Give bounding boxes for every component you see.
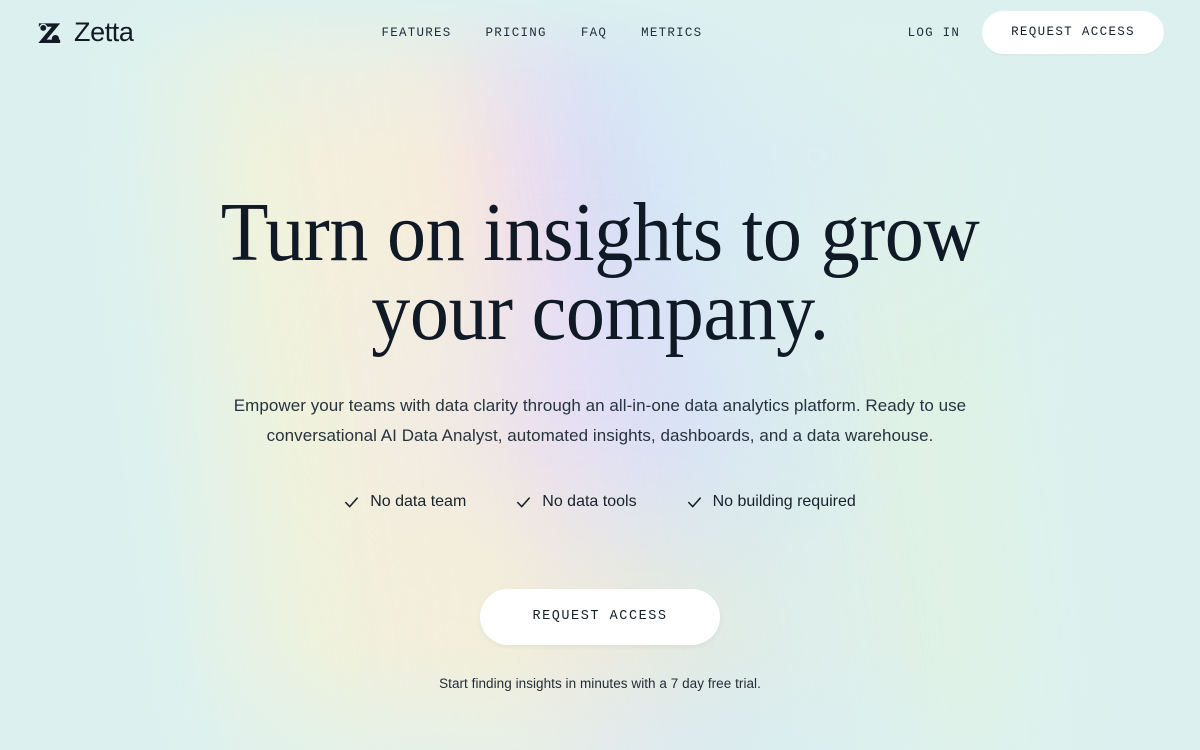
benefit-item-no-data-tools: No data tools: [516, 493, 637, 511]
check-icon: [687, 497, 701, 508]
hero-title: Turn on insights to grow your company.: [200, 191, 1000, 354]
header-actions: LOG IN REQUEST ACCESS: [908, 11, 1164, 54]
benefit-label: No building required: [712, 493, 856, 511]
check-icon: [345, 497, 359, 508]
check-icon: [517, 497, 531, 508]
hero-request-access-button[interactable]: REQUEST ACCESS: [480, 589, 720, 645]
main-nav: FEATURES PRICING FAQ METRICS: [365, 18, 720, 48]
zetta-z-mark-icon: [38, 23, 61, 43]
nav-item-features[interactable]: FEATURES: [365, 18, 469, 48]
hero-cta-wrap: REQUEST ACCESS: [0, 589, 1200, 645]
benefit-item-no-building-required: No building required: [687, 493, 856, 511]
hero-cta-note: Start finding insights in minutes with a…: [439, 675, 761, 691]
nav-item-faq[interactable]: FAQ: [564, 18, 624, 48]
brand-logo[interactable]: Zetta: [36, 19, 134, 46]
site-header: Zetta FEATURES PRICING FAQ METRICS LOG I…: [0, 0, 1200, 65]
page-root: Zetta FEATURES PRICING FAQ METRICS LOG I…: [0, 0, 1200, 750]
log-in-link[interactable]: LOG IN: [908, 26, 961, 40]
benefit-label: No data tools: [542, 493, 637, 511]
header-request-access-button[interactable]: REQUEST ACCESS: [982, 11, 1164, 54]
benefit-label: No data team: [370, 493, 467, 511]
benefit-item-no-data-team: No data team: [344, 493, 466, 511]
hero-subtitle: Empower your teams with data clarity thr…: [233, 395, 967, 446]
hero-title-line-2: your company.: [371, 264, 829, 358]
benefits-list: No data team No data tools No building r…: [0, 493, 1200, 511]
nav-item-metrics[interactable]: METRICS: [624, 18, 719, 48]
hero-section: Turn on insights to grow your company. E…: [0, 65, 1200, 691]
brand-name: Zetta: [74, 17, 134, 47]
nav-item-pricing[interactable]: PRICING: [469, 18, 564, 48]
